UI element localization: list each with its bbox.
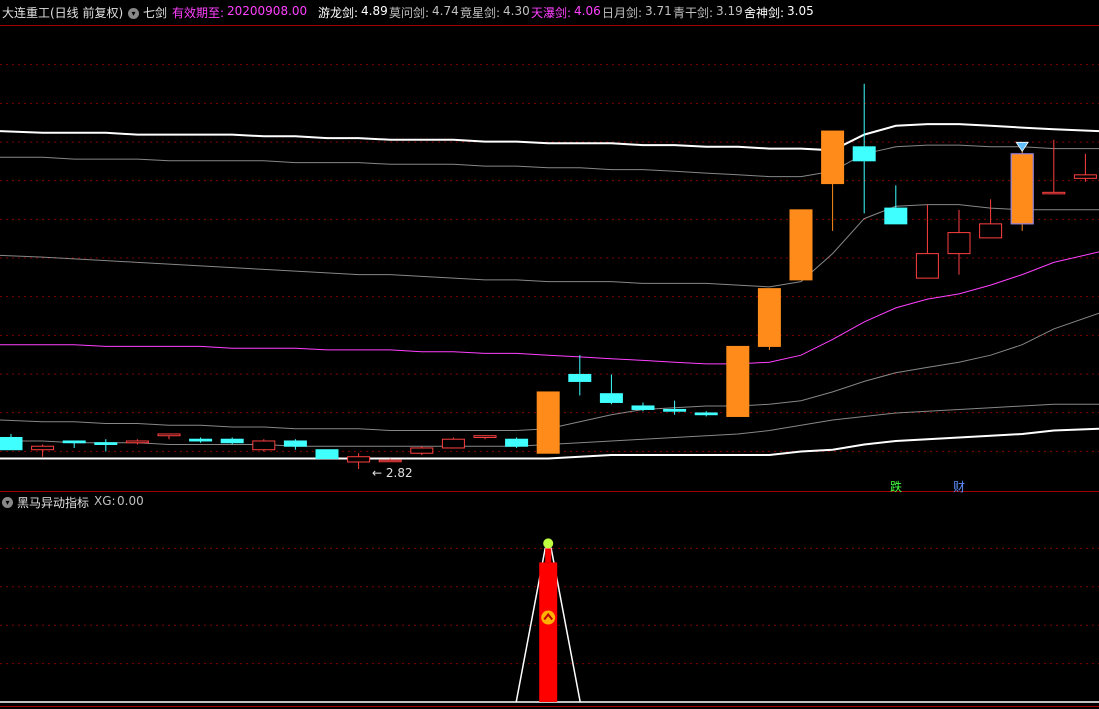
band-line-0 (0, 123, 1099, 152)
low-price-label: ← 2.82 (372, 466, 413, 480)
candle-body-9 (283, 440, 307, 447)
signal-bar-tip (545, 548, 552, 563)
candle-body-33 (1042, 191, 1066, 195)
candle-body-6 (189, 438, 213, 442)
candle-body-23 (726, 345, 750, 417)
xg-label: XG: (94, 494, 116, 508)
candle-body-28 (884, 207, 908, 225)
cai-mark: 财 (953, 480, 966, 494)
candle-body-0 (0, 436, 23, 451)
candle-body-29 (915, 253, 939, 279)
candle-body-11 (347, 456, 371, 463)
candle-body-22 (694, 412, 718, 416)
xg-value: 0.00 (117, 494, 144, 508)
candle-body-4 (125, 440, 149, 444)
sub-indicator-header: ▾ 黑马异动指标 XG: 0.00 (0, 492, 1099, 510)
candle-body-5 (157, 433, 181, 437)
candle-body-25 (789, 209, 813, 281)
candle-body-14 (441, 438, 465, 449)
candle-body-26 (821, 130, 845, 185)
candle-body-20 (631, 405, 655, 410)
candle-body-24 (757, 288, 781, 347)
candle-body-18 (568, 373, 592, 382)
candle-body-34 (1073, 174, 1097, 179)
candle-body-27 (852, 146, 876, 162)
candle-body-3 (94, 442, 118, 445)
candle-body-12 (378, 459, 402, 463)
candle-body-15 (473, 435, 497, 438)
candle-body-13 (410, 447, 434, 454)
candle-body-21 (663, 408, 687, 412)
candle-body-7 (220, 438, 244, 444)
band-line-1 (0, 144, 1099, 178)
candle-body-19 (599, 393, 623, 403)
die-mark: 跌 (890, 480, 903, 494)
apple-icon (543, 538, 554, 549)
candle-body-17 (536, 391, 560, 454)
candle-body-8 (252, 440, 276, 451)
up-arrow-icon (541, 610, 556, 625)
candle-body-30 (947, 232, 971, 255)
candle-body-2 (62, 440, 86, 444)
sub-indicator-title[interactable]: 黑马异动指标 (17, 494, 89, 511)
price-chart[interactable] (0, 0, 1099, 709)
signal-bar (539, 562, 558, 702)
candle-body-10 (315, 449, 339, 459)
candle-body-16 (505, 438, 529, 447)
candle-body-32 (1010, 153, 1034, 225)
candle-body-31 (979, 223, 1003, 239)
candle-body-1 (31, 445, 55, 451)
